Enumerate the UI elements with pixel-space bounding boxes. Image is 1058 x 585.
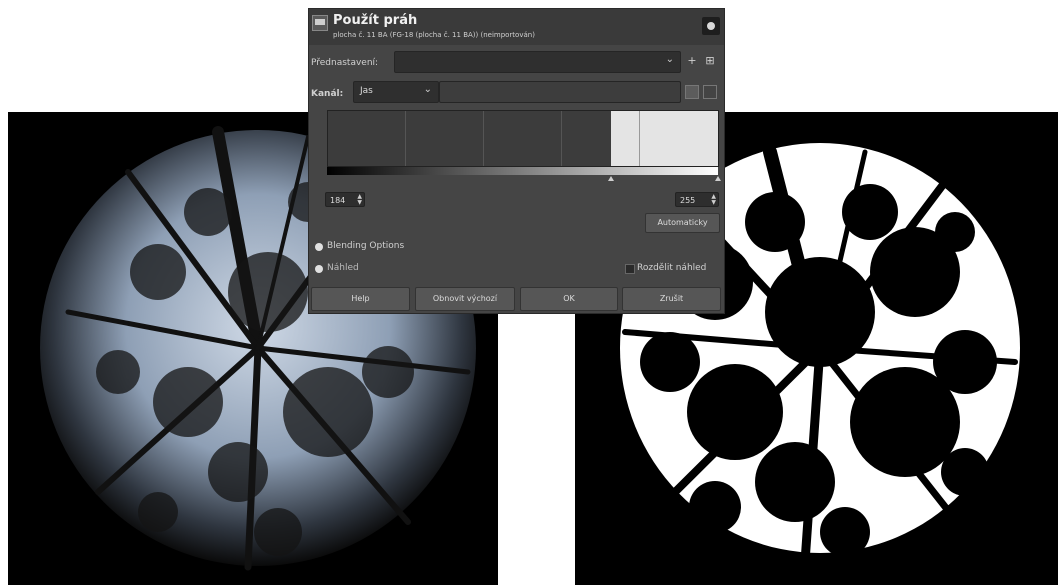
low-threshold-spinner[interactable]: 184 ▲ ▼ [325, 192, 365, 207]
help-button[interactable]: Help [311, 287, 410, 311]
threshold-range [611, 111, 718, 166]
channel-value: Jas [360, 86, 373, 96]
channel-label: Kanál: [311, 89, 344, 99]
dialog-titlebar[interactable]: Použít práh plocha č. 11 BA (FG-18 (ploc… [309, 9, 724, 45]
high-threshold-value: 255 [680, 196, 696, 205]
ok-button[interactable]: OK [520, 287, 618, 311]
low-threshold-value: 184 [330, 196, 346, 205]
channel-combo[interactable]: Jas ⌄ [353, 81, 439, 103]
presets-label: Přednastavení: [311, 58, 379, 68]
close-icon[interactable] [702, 17, 720, 35]
blending-options-expander[interactable] [315, 243, 323, 251]
log-histogram-icon[interactable] [703, 85, 717, 99]
preview-checkbox[interactable] [315, 265, 323, 273]
channel-spacer [439, 81, 681, 103]
chevron-down-icon: ⌄ [423, 84, 432, 95]
high-threshold-spinner[interactable]: 255 ▲ ▼ [675, 192, 719, 207]
spin-arrows-icon[interactable]: ▲ ▼ [711, 194, 716, 206]
histogram[interactable] [327, 110, 719, 167]
low-threshold-handle[interactable] [608, 176, 614, 181]
preset-menu-icon[interactable]: ⊞ [703, 54, 717, 68]
chevron-down-icon: ⌄ [665, 54, 674, 65]
high-threshold-handle[interactable] [715, 176, 721, 181]
cancel-button[interactable]: Zrušit [622, 287, 721, 311]
split-preview-label: Rozdělit náhled [637, 263, 707, 273]
preview-label: Náhled [327, 263, 359, 273]
split-preview-checkbox[interactable] [625, 264, 635, 274]
presets-combo[interactable]: ⌄ [394, 51, 681, 73]
dialog-subtitle: plocha č. 11 BA (FG-18 (plocha č. 11 BA)… [333, 31, 535, 39]
value-gradient-bar [327, 167, 718, 175]
threshold-dialog: Použít práh plocha č. 11 BA (FG-18 (ploc… [309, 9, 724, 313]
linear-histogram-icon[interactable] [685, 85, 699, 99]
blending-options-label[interactable]: Blending Options [327, 241, 404, 251]
auto-button[interactable]: Automaticky [645, 213, 720, 233]
dialog-title: Použít práh [333, 13, 418, 28]
reset-button[interactable]: Obnovit výchozí [415, 287, 515, 311]
spin-arrows-icon[interactable]: ▲ ▼ [357, 194, 362, 206]
add-preset-icon[interactable]: + [685, 54, 699, 68]
gimp-app-icon [312, 15, 328, 31]
